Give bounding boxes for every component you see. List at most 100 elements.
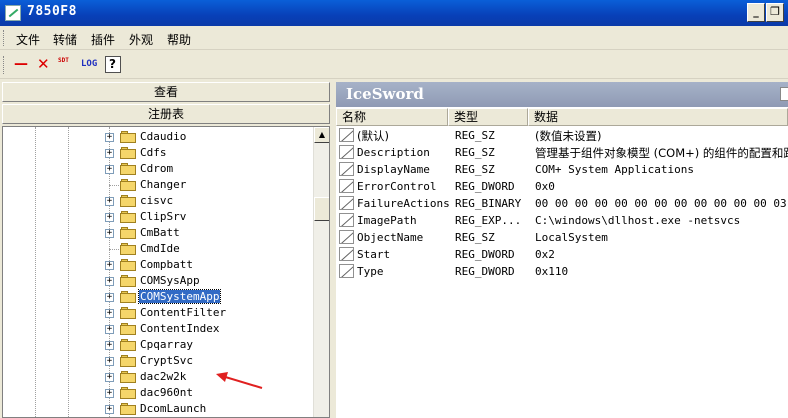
tree-node[interactable]: + COMSystemApp bbox=[3, 289, 315, 305]
restore-button[interactable]: ❐ bbox=[766, 3, 784, 22]
tree-node-label[interactable]: Cpqarray bbox=[139, 338, 194, 351]
tree-node[interactable]: + DcomLaunch bbox=[3, 401, 315, 417]
tree-node[interactable]: + dac2w2k bbox=[3, 369, 315, 385]
registry-value-row[interactable]: Type REG_DWORD 0x110 bbox=[336, 263, 788, 280]
column-header-type[interactable]: 类型 bbox=[448, 108, 528, 126]
expand-plus-icon[interactable]: + bbox=[105, 293, 114, 302]
expand-plus-icon[interactable]: + bbox=[105, 325, 114, 334]
tree-node[interactable]: + ContentIndex bbox=[3, 321, 315, 337]
tree-node-label[interactable]: COMSysApp bbox=[139, 274, 201, 287]
menu-bar: 文件 转储 插件 外观 帮助 bbox=[0, 26, 788, 50]
sdt-button[interactable]: SDT bbox=[58, 55, 76, 75]
value-name: ErrorControl bbox=[357, 180, 437, 193]
tree-node-label[interactable]: Compbatt bbox=[139, 258, 194, 271]
delete-button[interactable]: ✕ bbox=[36, 55, 52, 75]
expand-plus-icon[interactable]: + bbox=[105, 277, 114, 286]
tree-node[interactable]: + Compbatt bbox=[3, 257, 315, 273]
expand-plus-icon[interactable]: + bbox=[105, 389, 114, 398]
expand-plus-icon[interactable]: + bbox=[105, 373, 114, 382]
registry-value-row[interactable]: FailureActions REG_BINARY 00 00 00 00 00 0… bbox=[336, 195, 788, 212]
header-corner-icon bbox=[780, 87, 788, 101]
scroll-thumb[interactable] bbox=[314, 197, 329, 221]
tree-node-label[interactable]: COMSystemApp bbox=[137, 289, 222, 304]
tree-node-label[interactable]: DcomLaunch bbox=[139, 402, 207, 415]
tree-node[interactable]: + Cdfs bbox=[3, 145, 315, 161]
registry-value-row[interactable]: ErrorControl REG_DWORD 0x0 bbox=[336, 178, 788, 195]
tree-node-label[interactable]: Cdfs bbox=[139, 146, 168, 159]
expand-plus-icon[interactable]: + bbox=[105, 405, 114, 414]
tree-node[interactable]: + COMSysApp bbox=[3, 273, 315, 289]
menu-grip[interactable] bbox=[3, 30, 6, 46]
folder-icon bbox=[120, 355, 136, 367]
value-type: REG_BINARY bbox=[455, 197, 522, 210]
tree-node-label[interactable]: dac960nt bbox=[139, 386, 194, 399]
tree-node[interactable]: CmdIde bbox=[3, 241, 315, 257]
minimize-button[interactable]: _ bbox=[747, 3, 765, 22]
expand-plus-icon[interactable]: + bbox=[105, 261, 114, 270]
tree-node-label[interactable]: CryptSvc bbox=[139, 354, 194, 367]
minus-button[interactable]: — bbox=[13, 55, 29, 75]
tree-scrollbar[interactable]: ▲ bbox=[313, 127, 329, 417]
tree-node[interactable]: + Cdaudio bbox=[3, 129, 315, 145]
tree-node[interactable]: + ClipSrv bbox=[3, 209, 315, 225]
tree-node-label[interactable]: cisvc bbox=[139, 194, 174, 207]
expand-plus-icon[interactable]: + bbox=[105, 133, 114, 142]
tree-node[interactable]: + CryptSvc bbox=[3, 353, 315, 369]
folder-icon bbox=[120, 259, 136, 271]
tree-node[interactable]: + ContentFilter bbox=[3, 305, 315, 321]
left-panel: 查看 注册表 + Cdaudio + Cdfs + Cdrom Changer + cisvc +… bbox=[0, 82, 332, 418]
registry-button[interactable]: 注册表 bbox=[2, 104, 330, 124]
scroll-up-button[interactable]: ▲ bbox=[314, 127, 329, 143]
folder-icon bbox=[120, 179, 136, 191]
expand-plus-icon[interactable]: + bbox=[105, 213, 114, 222]
toolbar-grip[interactable] bbox=[3, 56, 6, 74]
tree-node-label[interactable]: Changer bbox=[139, 178, 187, 191]
tree-node[interactable]: + dac960nt bbox=[3, 385, 315, 401]
expand-plus-icon[interactable]: + bbox=[105, 309, 114, 318]
menu-appearance[interactable]: 外观 bbox=[129, 31, 153, 48]
menu-help[interactable]: 帮助 bbox=[167, 31, 191, 48]
tree-node[interactable]: + CmBatt bbox=[3, 225, 315, 241]
menu-plugins[interactable]: 插件 bbox=[91, 31, 115, 48]
registry-value-row[interactable]: DisplayName REG_SZ COM+ System Application… bbox=[336, 161, 788, 178]
tree-node[interactable]: + Cpqarray bbox=[3, 337, 315, 353]
menu-dump[interactable]: 转储 bbox=[53, 31, 77, 48]
registry-tree[interactable]: + Cdaudio + Cdfs + Cdrom Changer + cisvc + ClipSrv… bbox=[2, 126, 330, 418]
expand-plus-icon[interactable]: + bbox=[105, 357, 114, 366]
column-header-data[interactable]: 数据 bbox=[528, 108, 788, 126]
expand-plus-icon[interactable]: + bbox=[105, 229, 114, 238]
tree-node-label[interactable]: Cdrom bbox=[139, 162, 174, 175]
tree-node-label[interactable]: dac2w2k bbox=[139, 370, 187, 383]
tree-node[interactable]: Changer bbox=[3, 177, 315, 193]
expand-plus-icon[interactable]: + bbox=[105, 149, 114, 158]
log-button[interactable]: LOG bbox=[81, 55, 101, 75]
view-button[interactable]: 查看 bbox=[2, 82, 330, 102]
tree-node-label[interactable]: ContentIndex bbox=[139, 322, 220, 335]
value-type: REG_SZ bbox=[455, 163, 495, 176]
tree-node-label[interactable]: ContentFilter bbox=[139, 306, 227, 319]
expand-plus-icon[interactable]: + bbox=[105, 165, 114, 174]
tree-node-label[interactable]: ClipSrv bbox=[139, 210, 187, 223]
tree-node-label[interactable]: CmBatt bbox=[139, 226, 181, 239]
value-data: LocalSystem bbox=[535, 231, 608, 244]
value-name: DisplayName bbox=[357, 163, 430, 176]
tree-node-label[interactable]: Cdaudio bbox=[139, 130, 187, 143]
registry-value-row[interactable]: ImagePath REG_EXP... C:\windows\dllhost.ex… bbox=[336, 212, 788, 229]
menu-file[interactable]: 文件 bbox=[16, 31, 40, 48]
value-data: (数值未设置) bbox=[535, 129, 602, 143]
tree-node[interactable]: + cisvc bbox=[3, 193, 315, 209]
title-bar: 7850F8 _ ❐ bbox=[0, 0, 788, 26]
registry-value-row[interactable]: Start REG_DWORD 0x2 bbox=[336, 246, 788, 263]
expand-plus-icon[interactable]: + bbox=[105, 197, 114, 206]
registry-value-row[interactable]: (默认) REG_SZ (数值未设置) bbox=[336, 127, 788, 144]
column-header-name[interactable]: 名称 bbox=[336, 108, 448, 126]
toolbar: — ✕ SDT LOG ? bbox=[0, 51, 788, 79]
registry-value-row[interactable]: Description REG_SZ 管理基于组件对象模型 (COM+) 的组件的配… bbox=[336, 144, 788, 161]
expand-plus-icon[interactable]: + bbox=[105, 341, 114, 350]
tree-node[interactable]: + Cdrom bbox=[3, 161, 315, 177]
help-button[interactable]: ? bbox=[105, 56, 121, 73]
folder-icon bbox=[120, 243, 136, 255]
tree-connector bbox=[109, 185, 119, 186]
tree-node-label[interactable]: CmdIde bbox=[139, 242, 181, 255]
registry-value-row[interactable]: ObjectName REG_SZ LocalSystem bbox=[336, 229, 788, 246]
